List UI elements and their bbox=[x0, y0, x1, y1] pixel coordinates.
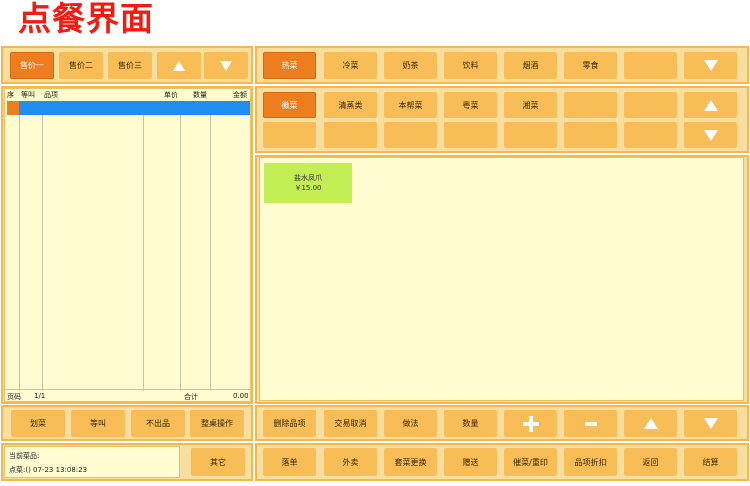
item-discount-button[interactable]: 品项折扣 bbox=[564, 448, 617, 476]
subcategory-empty-slot[interactable] bbox=[444, 122, 497, 148]
order-table: 序 等叫 品项 单价 数量 金额 页码 1/1 合计 0.00 bbox=[4, 88, 251, 402]
arrow-down-icon bbox=[703, 129, 718, 141]
back-button[interactable]: 返回 bbox=[624, 448, 677, 476]
set-meal-change-button[interactable]: 套菜更换 bbox=[384, 448, 437, 476]
decrease-button[interactable] bbox=[564, 410, 617, 437]
subcategory-empty-slot[interactable] bbox=[564, 122, 617, 148]
category-panel: 热菜 冷菜 奶茶 饮料 烟酒 零食 bbox=[255, 46, 749, 84]
subcategory-empty-slot[interactable] bbox=[504, 122, 557, 148]
subcategory-empty-slot[interactable] bbox=[624, 92, 677, 118]
item-up-button[interactable] bbox=[624, 410, 677, 437]
subcategory-empty-slot[interactable] bbox=[263, 122, 316, 148]
subcategory-steamed[interactable]: 清蒸类 bbox=[324, 92, 377, 118]
dish-name: 盐水凤爪 bbox=[294, 174, 322, 182]
preparation-button[interactable]: 做法 bbox=[384, 410, 437, 437]
rush-reprint-button[interactable]: 催菜/重印 bbox=[504, 448, 557, 476]
total-label: 合计 bbox=[184, 393, 198, 401]
category-empty-slot[interactable] bbox=[624, 52, 677, 79]
category-hot-dish[interactable]: 热菜 bbox=[263, 52, 316, 79]
plus-icon bbox=[522, 415, 539, 432]
col-divider bbox=[180, 115, 181, 391]
subcategory-panel: 徽菜 清蒸类 本帮菜 粤菜 湘菜 bbox=[255, 86, 749, 153]
other-button[interactable]: 其它 bbox=[191, 448, 245, 476]
order-table-header: 序 等叫 品项 单价 数量 金额 bbox=[5, 89, 250, 99]
delete-item-button[interactable]: 删除品项 bbox=[263, 410, 316, 437]
arrow-up-icon bbox=[703, 99, 718, 111]
left-action-panel: 划菜 等叫 不出品 整桌操作 bbox=[1, 405, 253, 441]
subcategory-cantonese[interactable]: 粤菜 bbox=[444, 92, 497, 118]
subcategory-shanghai[interactable]: 本帮菜 bbox=[384, 92, 437, 118]
col-divider bbox=[42, 115, 43, 391]
place-order-button[interactable]: 落单 bbox=[263, 448, 316, 476]
price-up-button[interactable] bbox=[157, 52, 201, 79]
order-time: 点菜:() 07-23 13:08:23 bbox=[9, 466, 88, 474]
category-tobacco-liquor[interactable]: 烟酒 bbox=[504, 52, 557, 79]
col-divider bbox=[143, 115, 144, 391]
col-divider bbox=[210, 115, 211, 391]
col-quantity: 数量 bbox=[193, 91, 207, 99]
dish-grid: 盐水凤爪 ￥15.00 bbox=[259, 157, 744, 401]
gift-button[interactable]: 赠送 bbox=[444, 448, 497, 476]
price-tab-panel: 售价一 售价二 售价三 bbox=[1, 46, 253, 84]
increase-button[interactable] bbox=[504, 410, 557, 437]
wait-call-button[interactable]: 等叫 bbox=[71, 410, 125, 437]
col-amount: 金额 bbox=[233, 91, 247, 99]
no-serve-button[interactable]: 不出品 bbox=[131, 410, 185, 437]
subcategory-empty-slot[interactable] bbox=[624, 122, 677, 148]
tab-price-three[interactable]: 售价三 bbox=[108, 52, 152, 79]
right-action-panel: 删除品项 交易取消 做法 数量 bbox=[255, 405, 749, 441]
minus-icon bbox=[584, 421, 597, 426]
tab-price-one[interactable]: 售价一 bbox=[10, 52, 54, 79]
category-drinks[interactable]: 饮料 bbox=[444, 52, 497, 79]
subcategory-empty-slot[interactable] bbox=[324, 122, 377, 148]
arrow-down-icon bbox=[703, 418, 718, 429]
takeout-button[interactable]: 外卖 bbox=[324, 448, 377, 476]
col-divider bbox=[19, 115, 20, 391]
category-milk-tea[interactable]: 奶茶 bbox=[384, 52, 437, 79]
subcategory-up-button[interactable] bbox=[684, 92, 737, 118]
col-unit-price: 单价 bbox=[164, 91, 178, 99]
tab-price-two[interactable]: 售价二 bbox=[59, 52, 103, 79]
page-label: 页码 bbox=[7, 393, 21, 401]
bottom-action-panel: 落单 外卖 套菜更换 赠送 催菜/重印 品项折扣 返回 结算 bbox=[255, 443, 749, 481]
item-down-button[interactable] bbox=[684, 410, 737, 437]
category-snacks[interactable]: 零食 bbox=[564, 52, 617, 79]
table-operation-button[interactable]: 整桌操作 bbox=[190, 410, 244, 437]
row-marker bbox=[7, 101, 19, 115]
subcategory-empty-slot[interactable] bbox=[564, 92, 617, 118]
table-row-selected[interactable] bbox=[7, 101, 250, 115]
dish-tile[interactable]: 盐水凤爪 ￥15.00 bbox=[264, 163, 352, 203]
col-item: 品项 bbox=[44, 91, 58, 99]
order-table-footer: 页码 1/1 合计 0.00 bbox=[5, 389, 250, 402]
checkout-button[interactable]: 结算 bbox=[684, 448, 737, 476]
subcategory-anhui[interactable]: 徽菜 bbox=[263, 92, 316, 118]
cancel-transaction-button[interactable]: 交易取消 bbox=[324, 410, 377, 437]
page-title: 点餐界面 bbox=[18, 0, 154, 38]
page-value: 1/1 bbox=[34, 392, 46, 400]
category-cold-dish[interactable]: 冷菜 bbox=[324, 52, 377, 79]
total-value: 0.00 bbox=[233, 392, 249, 400]
mark-dish-button[interactable]: 划菜 bbox=[11, 410, 65, 437]
arrow-up-icon bbox=[643, 418, 658, 429]
category-down-button[interactable] bbox=[684, 52, 737, 79]
dish-price: ￥15.00 bbox=[294, 184, 322, 192]
arrow-down-icon bbox=[703, 60, 718, 71]
subcategory-down-button[interactable] bbox=[684, 122, 737, 148]
current-dish-info: 当前菜品: 点菜:() 07-23 13:08:23 bbox=[4, 446, 180, 478]
subcategory-hunan[interactable]: 湘菜 bbox=[504, 92, 557, 118]
price-down-button[interactable] bbox=[204, 52, 248, 79]
quantity-button[interactable]: 数量 bbox=[444, 410, 497, 437]
arrow-up-icon bbox=[173, 60, 185, 71]
col-wait-call: 等叫 bbox=[21, 91, 35, 99]
current-dish-label: 当前菜品: bbox=[9, 452, 40, 460]
arrow-down-icon bbox=[220, 60, 232, 71]
subcategory-empty-slot[interactable] bbox=[384, 122, 437, 148]
col-seq: 序 bbox=[7, 91, 14, 99]
